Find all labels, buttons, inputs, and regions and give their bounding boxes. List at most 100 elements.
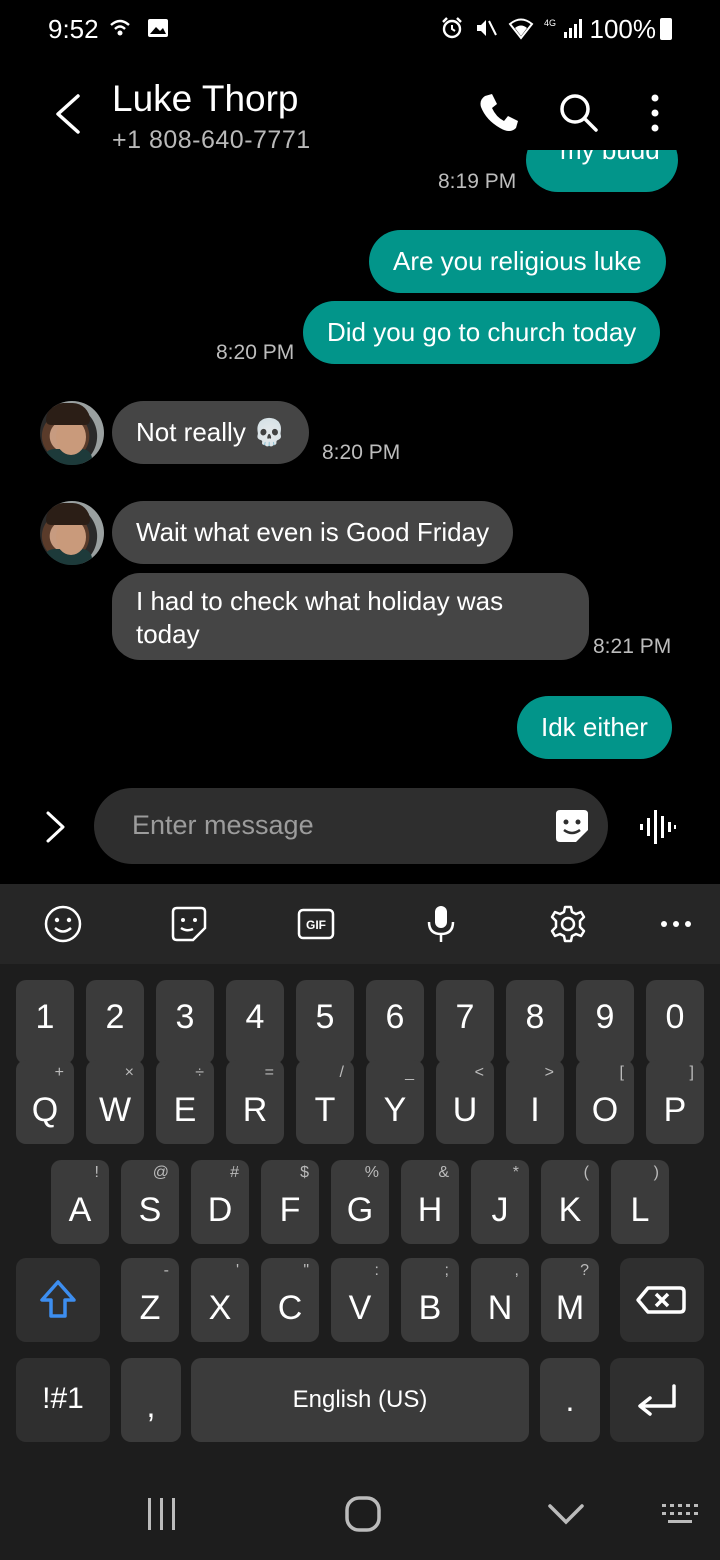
key-r[interactable]: = R [226,1060,284,1144]
key-l[interactable]: ) L [611,1160,669,1244]
key-label: 3 [175,998,195,1036]
key-3[interactable]: 3 [156,980,214,1064]
key-s[interactable]: @ S [121,1160,179,1244]
key-label: 6 [385,998,405,1036]
key-secondary-label: ) [653,1164,659,1181]
settings-icon[interactable] [548,904,588,944]
key-label: H [417,1191,443,1229]
key-y[interactable]: _ Y [366,1060,424,1144]
message-bubble-outgoing[interactable]: Idk either [517,696,672,759]
back-arrow-icon[interactable] [50,92,86,136]
key-label: 2 [105,998,125,1036]
symbols-key[interactable]: !#1 [16,1358,110,1442]
key-u[interactable]: < U [436,1060,494,1144]
key-j[interactable]: * J [471,1160,529,1244]
key-v[interactable]: :V [331,1258,389,1342]
key-1[interactable]: 1 [16,980,74,1064]
key-label: 1 [35,998,55,1036]
voice-recorder-icon[interactable] [636,806,678,848]
status-bar: 9:52 4G 100% [0,0,720,60]
backspace-key[interactable] [620,1258,704,1342]
contact-avatar[interactable] [40,401,104,465]
home-icon[interactable] [344,1494,382,1534]
key-g[interactable]: % G [331,1160,389,1244]
key-k[interactable]: (K [541,1160,599,1244]
key-h[interactable]: & H [401,1160,459,1244]
key-z[interactable]: -Z [121,1258,179,1342]
emoji-icon[interactable] [43,904,83,944]
key-secondary-label: * [512,1164,519,1181]
message-timestamp: 8:20 PM [216,341,295,364]
sticker-icon[interactable] [552,806,592,846]
search-icon[interactable] [556,90,602,136]
key-label: 7 [455,998,475,1036]
expand-arrow-icon[interactable] [44,810,68,844]
message-bubble-incoming[interactable]: Wait what even is Good Friday [112,501,514,564]
contact-avatar[interactable] [40,501,104,565]
key-q[interactable]: + Q [16,1060,74,1144]
key-2[interactable]: 2 [86,980,144,1064]
key-5[interactable]: 5 [296,980,354,1064]
key-secondary-label: @ [152,1164,169,1181]
gif-icon[interactable]: GIF [296,904,336,944]
key-label: V [348,1289,372,1327]
key-x[interactable]: ' X [191,1258,249,1342]
key-9[interactable]: 9 [576,980,634,1064]
comma-key[interactable]: , [121,1358,181,1442]
mic-icon[interactable] [421,904,461,944]
contact-name: Luke Thorp [112,78,299,119]
key-label: O [591,1091,619,1129]
keyboard-switch-icon[interactable] [660,1494,700,1534]
more-options-icon[interactable] [632,90,678,136]
shift-key[interactable] [16,1258,100,1342]
message-timestamp: 8:21 PM [593,635,672,658]
enter-key[interactable] [610,1358,704,1442]
key-4[interactable]: 4 [226,980,284,1064]
more-icon[interactable] [656,904,696,944]
message-bubble-outgoing[interactable]: Did you go to church today [303,301,661,364]
key-n[interactable]: ,N [471,1258,529,1342]
key-0[interactable]: 0 [646,980,704,1064]
gallery-icon [148,19,168,37]
svg-text:4G: 4G [544,18,556,28]
message-list[interactable]: my budd 8:19 PM Are you religious luke D… [0,150,720,780]
key-a[interactable]: ! A [51,1160,109,1244]
key-p[interactable]: ] P [646,1060,704,1144]
key-8[interactable]: 8 [506,980,564,1064]
key-6[interactable]: 6 [366,980,424,1064]
key-c[interactable]: " C [261,1258,319,1342]
call-icon[interactable] [476,90,522,136]
key-label: 8 [525,998,545,1036]
key-label: S [138,1191,162,1229]
message-bubble-outgoing[interactable]: my budd [526,150,678,192]
key-secondary-label: ; [444,1262,449,1279]
key-d[interactable]: # D [191,1160,249,1244]
key-t[interactable]: / T [296,1060,354,1144]
key-secondary-label: + [54,1064,64,1081]
message-input[interactable]: Enter message [94,788,608,864]
key-o[interactable]: [O [576,1060,634,1144]
message-bubble-incoming[interactable]: Not really 💀 [112,401,310,464]
key-secondary-label: & [438,1164,449,1181]
recent-apps-icon[interactable] [144,1494,180,1534]
key-e[interactable]: ÷ E [156,1060,214,1144]
message-bubble-incoming[interactable]: I had to check what holiday was today [112,573,589,660]
key-m[interactable]: ? M [541,1258,599,1342]
mute-icon [477,20,497,36]
message-bubble-outgoing[interactable]: Are you religious luke [369,230,666,293]
space-key[interactable]: English (US) [191,1358,529,1442]
period-key[interactable]: . [540,1358,600,1442]
key-w[interactable]: × W [86,1060,144,1144]
sticker-icon[interactable] [169,904,209,944]
key-label: N [487,1289,513,1327]
key-label: 0 [665,998,685,1036]
message-timestamp: 8:20 PM [322,441,401,464]
hide-keyboard-icon[interactable] [546,1494,586,1534]
key-label: 9 [595,998,615,1036]
key-b[interactable]: ; B [401,1258,459,1342]
signal-icon: 4G [544,18,582,38]
key-secondary-label: ' [235,1262,239,1279]
key-i[interactable]: > I [506,1060,564,1144]
key-f[interactable]: $ F [261,1160,319,1244]
key-7[interactable]: 7 [436,980,494,1064]
